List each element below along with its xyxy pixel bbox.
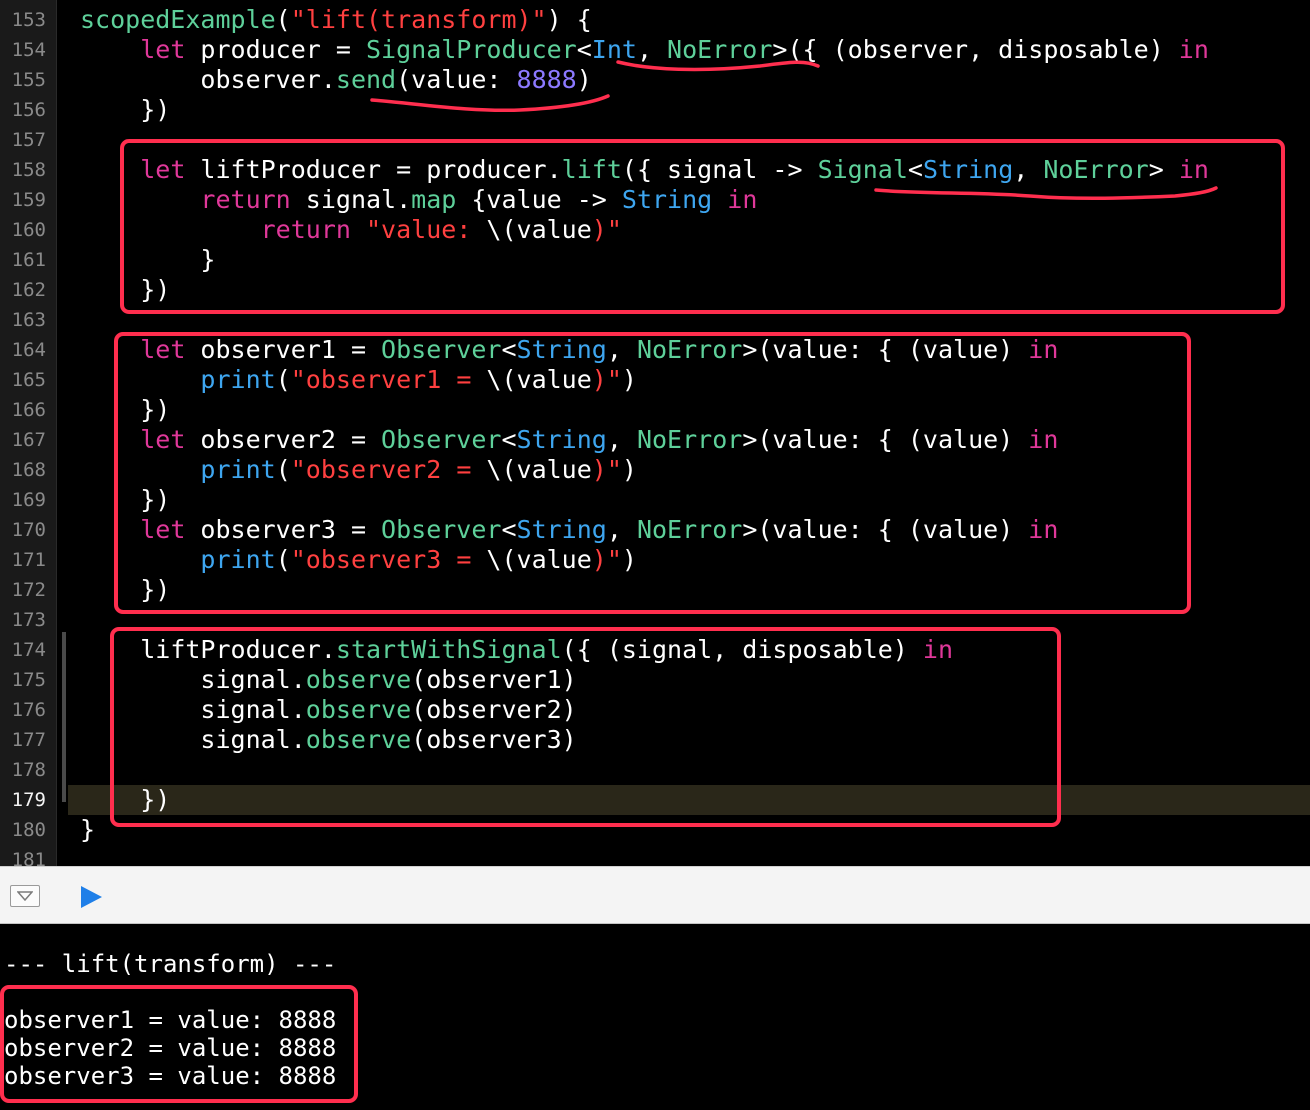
- token: "lift(transform)": [290, 5, 547, 34]
- hide-debug-area-button[interactable]: [10, 885, 40, 907]
- line-number: 171: [11, 549, 46, 571]
- token: producer =: [185, 35, 366, 64]
- annotation-box-observers: [114, 332, 1191, 614]
- annotation-box-output: [0, 985, 358, 1103]
- token: 8888: [516, 65, 577, 94]
- line-number: 165: [11, 369, 46, 391]
- token: ) {: [546, 5, 592, 34]
- debug-toolbar: [0, 866, 1310, 924]
- console-output[interactable]: --- lift(transform) --- observer1 = valu…: [0, 924, 1310, 1110]
- run-button[interactable]: [78, 884, 104, 910]
- line-number: 167: [11, 429, 46, 451]
- line-number: 180: [11, 819, 46, 841]
- token: }: [80, 815, 96, 844]
- line-number: 178: [11, 759, 46, 781]
- line-number: 174: [11, 639, 46, 661]
- token: SignalProducer: [366, 35, 577, 64]
- line-number: 156: [11, 99, 46, 121]
- token: ,: [636, 35, 668, 64]
- code-line[interactable]: }): [80, 95, 170, 125]
- line-number: 164: [11, 339, 46, 361]
- line-number: 157: [11, 129, 46, 151]
- token: (value:: [396, 65, 517, 94]
- token: scopedExample: [80, 5, 276, 34]
- underline-send-value: [370, 94, 610, 113]
- line-number: 158: [11, 159, 46, 181]
- line-number: 172: [11, 579, 46, 601]
- token: observer.: [200, 65, 336, 94]
- token: in: [1178, 35, 1209, 64]
- line-number: 173: [11, 609, 46, 631]
- line-number: 159: [11, 189, 46, 211]
- code-line[interactable]: }: [80, 815, 95, 845]
- annotation-box-start: [110, 627, 1061, 827]
- code-line[interactable]: scopedExample("lift(transform)") {: [80, 5, 592, 35]
- gutter-divider: [56, 0, 57, 866]
- code-editor[interactable]: 153 154 155 156 157 158 159 160 161 162 …: [0, 0, 1310, 866]
- line-number-current: 179: [11, 789, 46, 811]
- line-number: 175: [11, 669, 46, 691]
- token: <: [576, 35, 592, 64]
- line-number: 162: [11, 279, 46, 301]
- token: (: [275, 5, 291, 34]
- play-icon: [81, 886, 102, 908]
- line-number: 153: [11, 9, 46, 31]
- token: ): [576, 65, 592, 94]
- line-number: 168: [11, 459, 46, 481]
- line-number: 181: [11, 849, 46, 866]
- token: }): [140, 95, 171, 124]
- token: NoError: [667, 35, 773, 64]
- annotation-box-lift: [120, 139, 1285, 314]
- console-line: --- lift(transform) ---: [4, 950, 337, 978]
- token: send: [335, 65, 397, 94]
- token: Int: [591, 35, 637, 64]
- line-number: 176: [11, 699, 46, 721]
- token: let: [140, 35, 186, 64]
- triangle-down-icon: [17, 891, 33, 901]
- line-number: 177: [11, 729, 46, 751]
- line-number: 169: [11, 489, 46, 511]
- line-number: 154: [11, 39, 46, 61]
- line-number: 163: [11, 309, 46, 331]
- line-number: 155: [11, 69, 46, 91]
- code-line[interactable]: observer.send(value: 8888): [80, 65, 592, 95]
- line-number: 161: [11, 249, 46, 271]
- line-number: 166: [11, 399, 46, 421]
- line-number: 170: [11, 519, 46, 541]
- token: >({ (observer, disposable): [772, 35, 1179, 64]
- change-indicator: [62, 632, 66, 802]
- line-number: 160: [11, 219, 46, 241]
- code-line[interactable]: let producer = SignalProducer<Int, NoErr…: [80, 35, 1209, 65]
